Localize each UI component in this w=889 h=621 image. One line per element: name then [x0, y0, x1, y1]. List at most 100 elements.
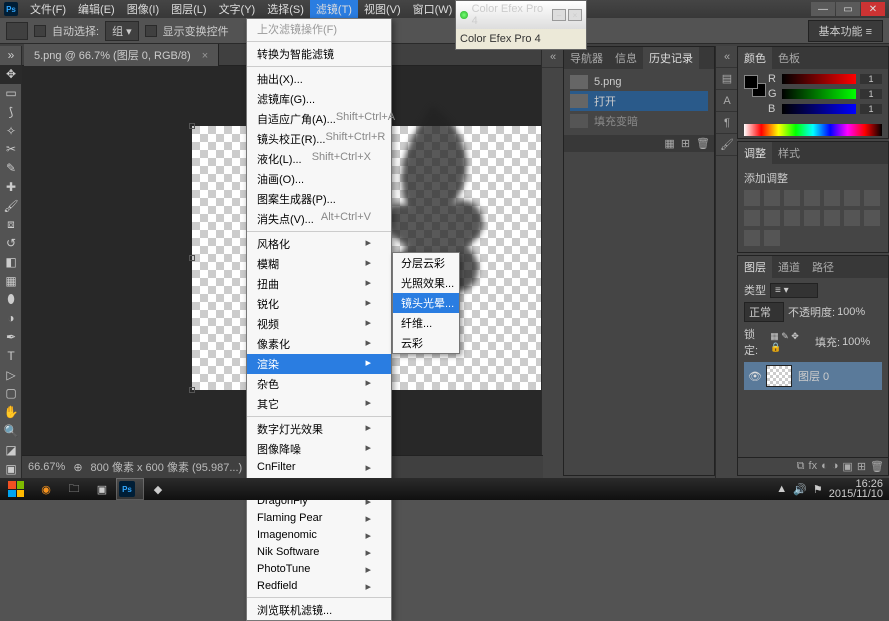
start-button[interactable]	[0, 478, 32, 500]
adjustment-preset[interactable]	[804, 210, 820, 226]
taskbar-photoshop-icon[interactable]: Ps	[116, 478, 144, 500]
layer-row[interactable]: 👁 图层 0	[744, 362, 882, 390]
quickmask-toggle[interactable]: ▣	[0, 459, 22, 478]
close-button[interactable]: ✕	[861, 2, 885, 16]
plugin-min[interactable]: –	[552, 9, 566, 21]
menu-group-像素化[interactable]: 像素化▸	[247, 334, 391, 354]
menu-7[interactable]: 视图(V)	[358, 0, 407, 19]
menu-group-风格化[interactable]: 风格化▸	[247, 234, 391, 254]
dock-para-icon[interactable]: ¶	[716, 112, 738, 134]
maximize-button[interactable]: ▭	[836, 2, 860, 16]
shape-tool[interactable]: ▢	[0, 384, 22, 403]
history-delete[interactable]: 🗑	[696, 137, 710, 150]
adjustment-preset[interactable]	[804, 190, 820, 206]
history-step-fill[interactable]: 填充变暗	[570, 111, 708, 131]
menu-6[interactable]: 滤镜(T)	[310, 0, 358, 19]
adjustment-preset[interactable]	[784, 210, 800, 226]
menu-plugin[interactable]: 数字灯光效果▸	[247, 419, 391, 439]
adj-tab[interactable]: 样式	[772, 142, 806, 164]
adjustment-preset[interactable]	[844, 210, 860, 226]
menu-plugin[interactable]: 图像降噪▸	[247, 439, 391, 459]
menu-plugin[interactable]: Flaming Pear▸	[247, 510, 391, 527]
color-spectrum[interactable]	[744, 124, 882, 136]
plugin-titlebar[interactable]: Color Efex Pro 4 – ×	[456, 1, 586, 29]
submenu-item[interactable]: 云彩	[393, 333, 459, 353]
taskbar-explorer-icon[interactable]: 🗀	[60, 478, 88, 500]
tray-icon[interactable]: ▲	[776, 483, 787, 495]
opacity-value[interactable]: 100%	[837, 306, 865, 318]
menu-4[interactable]: 文字(Y)	[213, 0, 262, 19]
autoselect-dropdown[interactable]: 组 ▾	[105, 21, 139, 41]
plugin-close[interactable]: ×	[568, 9, 582, 21]
b-value[interactable]: 1	[860, 104, 882, 114]
menu-item[interactable]: 油画(O)...	[247, 169, 391, 189]
history-tab[interactable]: 导航器	[564, 47, 609, 69]
taskbar-browser-icon[interactable]: ◉	[32, 478, 60, 500]
taskbar-app2-icon[interactable]: ◆	[144, 478, 172, 500]
layers-fx[interactable]: fx	[809, 460, 818, 473]
fill-value[interactable]: 100%	[842, 336, 870, 348]
eyedropper-tool[interactable]: ✎	[0, 159, 22, 178]
layer-visibility-icon[interactable]: 👁	[748, 370, 760, 383]
move-tool[interactable]: ✥	[0, 65, 22, 84]
adj-tab[interactable]: 调整	[738, 142, 772, 164]
history-tab[interactable]: 信息	[609, 47, 643, 69]
blend-mode-dropdown[interactable]: 正常	[744, 302, 784, 322]
submenu-item[interactable]: 镜头光晕...	[393, 293, 459, 313]
menu-group-渲染[interactable]: 渲染▸	[247, 354, 391, 374]
submenu-item[interactable]: 光照效果...	[393, 273, 459, 293]
menu-item[interactable]: 镜头校正(R)...Shift+Ctrl+R	[247, 129, 391, 149]
menu-2[interactable]: 图像(I)	[121, 0, 165, 19]
autoselect-checkbox[interactable]	[34, 25, 46, 37]
plugin-window[interactable]: Color Efex Pro 4 – × Color Efex Pro 4	[455, 0, 587, 50]
dodge-tool[interactable]: ◑	[0, 309, 22, 328]
magic-wand-tool[interactable]: ✧	[0, 121, 22, 140]
layers-tab[interactable]: 路径	[806, 256, 840, 278]
layers-tab[interactable]: 图层	[738, 256, 772, 278]
menu-1[interactable]: 编辑(E)	[72, 0, 121, 19]
tray-clock[interactable]: 16:26 2015/11/10	[829, 479, 883, 499]
g-value[interactable]: 1	[860, 89, 882, 99]
menu-plugin[interactable]: CnFilter▸	[247, 459, 391, 476]
g-slider[interactable]	[782, 89, 856, 99]
history-tab[interactable]: 历史记录	[643, 47, 699, 69]
history-new-snapshot[interactable]: ▦	[664, 137, 674, 150]
submenu-item[interactable]: 纤维...	[393, 313, 459, 333]
layers-group[interactable]: ▣	[842, 460, 852, 473]
brush-tool[interactable]: 🖌	[0, 196, 22, 215]
menu-item[interactable]: 滤镜库(G)...	[247, 89, 391, 109]
menu-3[interactable]: 图层(L)	[165, 0, 212, 19]
b-slider[interactable]	[782, 104, 856, 114]
menu-item[interactable]: 自适应广角(A)...Shift+Ctrl+A	[247, 109, 391, 129]
zoom-level[interactable]: 66.67%	[28, 461, 65, 473]
transform-handle[interactable]	[189, 387, 195, 393]
adjustment-preset[interactable]	[744, 210, 760, 226]
eraser-tool[interactable]: ◧	[0, 253, 22, 272]
expand-tools[interactable]: »	[0, 46, 22, 65]
show-transform-checkbox[interactable]	[145, 25, 157, 37]
adjustment-preset[interactable]	[764, 210, 780, 226]
gradient-tool[interactable]: ▦	[0, 271, 22, 290]
adjustment-preset[interactable]	[824, 210, 840, 226]
menu-group-锐化[interactable]: 锐化▸	[247, 294, 391, 314]
menu-browse-online[interactable]: 浏览联机滤镜...	[247, 600, 391, 620]
menu-item[interactable]: 图案生成器(P)...	[247, 189, 391, 209]
adjustment-preset[interactable]	[764, 190, 780, 206]
layers-new[interactable]: ⊞	[857, 460, 866, 473]
dock-brush-icon[interactable]: 🖌	[716, 134, 738, 156]
adjustment-preset[interactable]	[784, 190, 800, 206]
hand-tool[interactable]: ✋	[0, 403, 22, 422]
tray-icon[interactable]: 🔊	[793, 483, 807, 496]
pen-tool[interactable]: ✒	[0, 328, 22, 347]
stamp-tool[interactable]: ⧈	[0, 215, 22, 234]
menu-group-杂色[interactable]: 杂色▸	[247, 374, 391, 394]
menu-plugin[interactable]: PhotoTune▸	[247, 561, 391, 578]
menu-0[interactable]: 文件(F)	[24, 0, 72, 19]
history-new-doc[interactable]: ⊞	[681, 137, 690, 150]
history-step-open[interactable]: 打开	[570, 91, 708, 111]
healing-tool[interactable]: ✚	[0, 177, 22, 196]
menu-plugin[interactable]: Nik Software▸	[247, 544, 391, 561]
document-tab[interactable]: 5.png @ 66.7% (图层 0, RGB/8) ×	[24, 44, 219, 66]
menu-8[interactable]: 窗口(W)	[407, 0, 459, 19]
document-tab-close[interactable]: ×	[202, 50, 208, 62]
